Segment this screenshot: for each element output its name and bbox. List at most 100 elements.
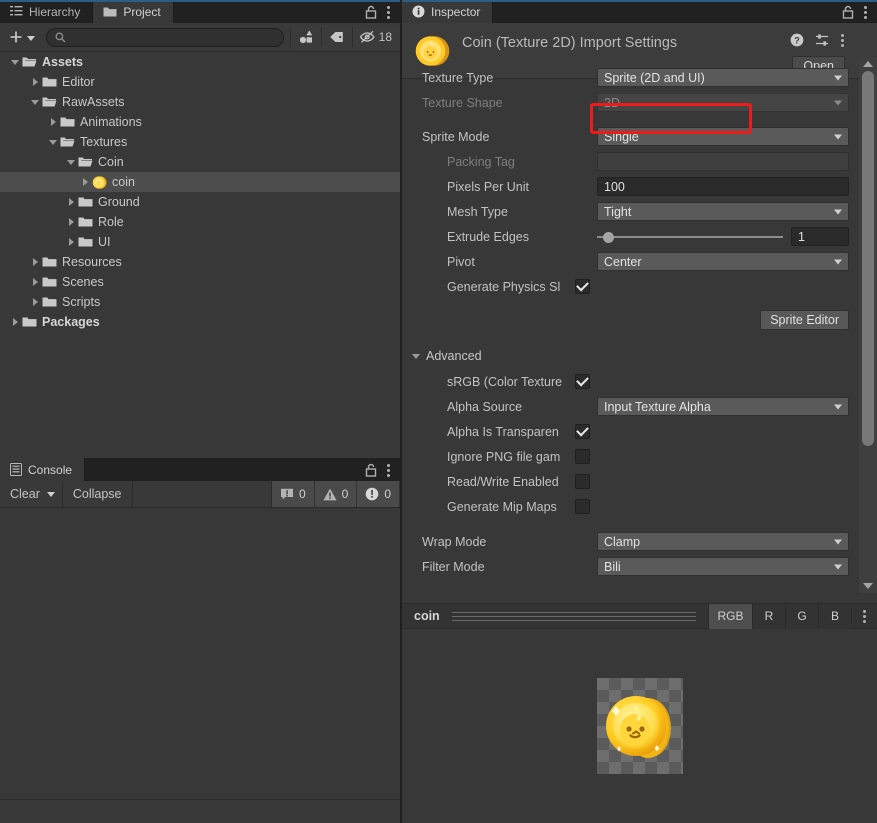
pixels-per-unit-value: 100	[604, 179, 625, 194]
clear-dropdown-button[interactable]	[44, 481, 63, 507]
tab-inspector[interactable]: Inspector	[402, 0, 877, 23]
transparency-checkerboard	[596, 678, 683, 774]
extrude-edges-value: 1	[798, 229, 805, 244]
drag-handle-icon[interactable]	[451, 611, 696, 621]
tree-row-ground[interactable]: Ground	[0, 192, 400, 212]
sprite-mode-dropdown[interactable]: Single	[597, 127, 849, 146]
lock-icon[interactable]	[365, 5, 377, 19]
channel-rgb-button[interactable]: RGB	[708, 603, 752, 629]
preview-menu-button[interactable]	[851, 609, 877, 623]
inspector-scrollbar[interactable]	[859, 57, 877, 593]
preset-icon[interactable]	[815, 33, 830, 47]
expand-toggle[interactable]	[64, 218, 78, 226]
search-box[interactable]	[46, 27, 284, 47]
field-wrap-mode: Wrap Mode Clamp	[402, 529, 859, 554]
collapse-button[interactable]: Collapse	[62, 481, 133, 507]
folder-icon	[103, 6, 117, 18]
console-log-list[interactable]	[0, 508, 400, 800]
channel-b-button[interactable]: B	[818, 603, 851, 629]
channel-g-label: G	[797, 609, 807, 623]
filter-by-type-button[interactable]	[290, 25, 321, 49]
lock-icon[interactable]	[842, 5, 854, 19]
tree-row-resources[interactable]: Resources	[0, 252, 400, 272]
scrollbar-thumb[interactable]	[862, 71, 874, 446]
tab-console[interactable]: Console	[0, 458, 86, 481]
expand-toggle[interactable]	[46, 118, 60, 126]
texture-shape-value: 2D	[604, 95, 620, 110]
warning-icon	[323, 488, 337, 501]
tree-row-scenes[interactable]: Scenes	[0, 272, 400, 292]
warning-counter[interactable]: 0	[314, 481, 358, 507]
alpha-is-transparency-checkbox[interactable]	[575, 424, 590, 439]
hidden-assets-indicator[interactable]: 18	[352, 25, 400, 49]
tree-row-editor[interactable]: Editor	[0, 72, 400, 92]
tab-project[interactable]: Project	[0, 0, 400, 23]
log-counter[interactable]: 0	[271, 481, 315, 507]
expand-toggle[interactable]	[28, 99, 42, 105]
info-icon	[412, 5, 425, 18]
clear-button[interactable]: Clear	[0, 481, 44, 507]
help-icon[interactable]: ?	[790, 33, 804, 47]
tree-row-coin-folder[interactable]: Coin	[0, 152, 400, 172]
expand-toggle[interactable]	[64, 238, 78, 246]
tree-row-packages[interactable]: Packages	[0, 312, 400, 332]
generate-mip-maps-checkbox[interactable]	[575, 499, 590, 514]
expand-toggle[interactable]	[28, 278, 42, 286]
hidden-count-label: 18	[378, 30, 392, 44]
alpha-source-dropdown[interactable]: Input Texture Alpha	[597, 397, 849, 416]
tree-row-scripts[interactable]: Scripts	[0, 292, 400, 312]
tree-row-rawassets[interactable]: RawAssets	[0, 92, 400, 112]
tab-hierarchy[interactable]: Hierarchy	[0, 0, 94, 23]
scroll-down-arrow-icon[interactable]	[863, 583, 873, 589]
scroll-up-arrow-icon[interactable]	[863, 61, 873, 67]
filter-by-label-button[interactable]	[321, 25, 352, 49]
lock-icon[interactable]	[365, 463, 377, 477]
tab-active-accent	[402, 0, 877, 2]
expand-toggle[interactable]	[28, 258, 42, 266]
advanced-foldout[interactable]: Advanced	[402, 343, 859, 369]
expand-toggle[interactable]	[8, 318, 22, 326]
expand-toggle[interactable]	[28, 298, 42, 306]
channel-g-button[interactable]: G	[785, 603, 818, 629]
tree-label: coin	[112, 175, 135, 189]
kebab-menu-icon[interactable]	[841, 33, 845, 47]
expand-toggle[interactable]	[64, 198, 78, 206]
expand-toggle[interactable]	[46, 139, 60, 145]
mesh-type-dropdown[interactable]: Tight	[597, 202, 849, 221]
tree-row-ui[interactable]: UI	[0, 232, 400, 252]
clear-label: Clear	[10, 487, 40, 501]
expand-toggle[interactable]	[8, 59, 22, 65]
field-filter-mode: Filter Mode Bili	[402, 554, 859, 579]
tree-row-coin-asset[interactable]: coin	[0, 172, 400, 192]
create-asset-button[interactable]	[6, 26, 42, 48]
kebab-menu-icon[interactable]	[864, 5, 868, 19]
channel-r-button[interactable]: R	[752, 603, 785, 629]
tree-row-assets[interactable]: Assets	[0, 52, 400, 72]
extrude-edges-value-input[interactable]: 1	[791, 227, 849, 246]
expand-toggle[interactable]	[78, 178, 92, 186]
sprite-editor-button[interactable]: Sprite Editor	[760, 310, 849, 330]
pivot-dropdown[interactable]: Center	[597, 252, 849, 271]
ignore-png-gamma-checkbox[interactable]	[575, 449, 590, 464]
kebab-menu-icon[interactable]	[387, 463, 391, 477]
expand-toggle[interactable]	[64, 159, 78, 165]
generate-physics-shape-checkbox[interactable]	[575, 279, 590, 294]
search-input[interactable]	[71, 31, 275, 43]
error-counter[interactable]: 0	[357, 481, 400, 507]
kebab-menu-icon[interactable]	[387, 5, 391, 19]
pixels-per-unit-input[interactable]: 100	[597, 177, 849, 196]
expand-toggle[interactable]	[28, 78, 42, 86]
extrude-edges-slider[interactable]	[597, 230, 783, 244]
wrap-mode-dropdown[interactable]: Clamp	[597, 532, 849, 551]
chevron-down-icon	[834, 134, 842, 139]
filter-mode-dropdown[interactable]: Bili	[597, 557, 849, 576]
srgb-checkbox[interactable]	[575, 374, 590, 389]
texture-type-dropdown[interactable]: Sprite (2D and UI)	[597, 68, 849, 87]
chevron-down-icon	[834, 259, 842, 264]
read-write-enabled-checkbox[interactable]	[575, 474, 590, 489]
tree-row-role[interactable]: Role	[0, 212, 400, 232]
tree-row-textures[interactable]: Textures	[0, 132, 400, 152]
asset-tree[interactable]: Assets Editor RawAssets Animations Textu…	[0, 52, 400, 458]
tree-row-animations[interactable]: Animations	[0, 112, 400, 132]
slider-knob[interactable]	[603, 231, 614, 243]
